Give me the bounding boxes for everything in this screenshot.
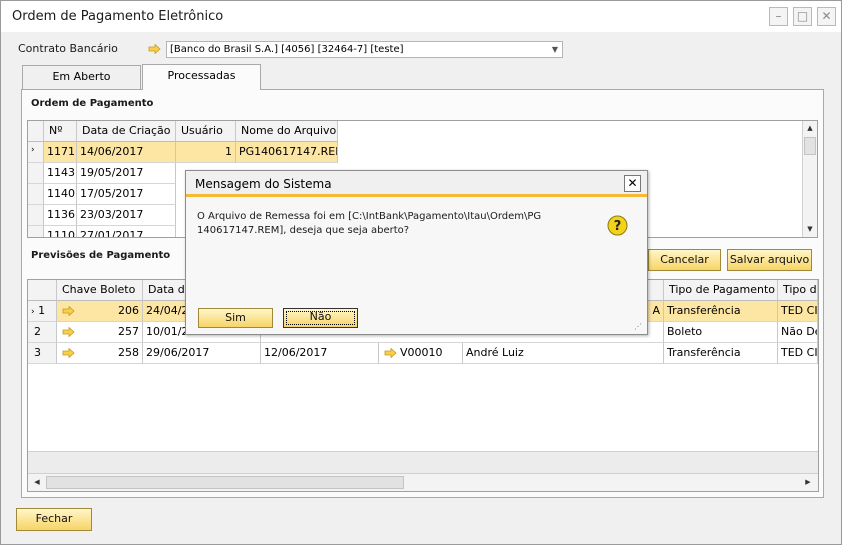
row-number: 2 xyxy=(28,322,57,343)
payment-subtype: TED CIP xyxy=(778,343,818,364)
link-arrow-icon[interactable] xyxy=(148,44,161,54)
scroll-down-icon[interactable]: ▼ xyxy=(803,222,817,236)
column-header[interactable]: Usuário xyxy=(176,121,236,142)
payment-type: Boleto xyxy=(664,322,778,343)
boleto-key: 258 xyxy=(118,346,139,359)
cancel-button[interactable]: Cancelar xyxy=(648,249,721,271)
order-date: 17/05/2017 xyxy=(77,184,176,205)
svg-text:?: ? xyxy=(614,219,622,234)
scroll-thumb[interactable] xyxy=(46,476,404,489)
payment-order-window: Ordem de Pagamento Eletrônico – □ ✕ Cont… xyxy=(0,0,842,545)
boleto-key-cell: 206 xyxy=(57,301,143,322)
payment-subtype: Não Def xyxy=(778,322,818,343)
order-number: 1143 xyxy=(44,163,77,184)
yes-button[interactable]: Sim xyxy=(198,308,273,328)
title-bar: Ordem de Pagamento Eletrônico – □ ✕ xyxy=(1,1,841,32)
link-arrow-icon[interactable] xyxy=(62,306,75,316)
question-icon: ? xyxy=(607,215,628,236)
system-message-dialog: Mensagem do Sistema ✕ O Arquivo de Remes… xyxy=(185,170,648,335)
vendor-name: André Luiz xyxy=(463,343,664,364)
row-header xyxy=(28,163,44,184)
column-header[interactable]: Tipo de xyxy=(778,280,818,301)
row-header-corner xyxy=(28,280,57,301)
boleto-key: 206 xyxy=(118,304,139,317)
row-number: 3 xyxy=(28,343,57,364)
orders-scrollbar[interactable]: ▲ ▼ xyxy=(802,121,817,237)
contract-label: Contrato Bancário xyxy=(18,42,118,55)
scroll-right-icon[interactable]: ▶ xyxy=(801,475,815,489)
column-header[interactable]: Nº xyxy=(44,121,77,142)
column-header[interactable]: Tipo de Pagamento xyxy=(664,280,778,301)
row-pointer-icon: › xyxy=(31,307,35,317)
payment-subtype: TED CIP xyxy=(778,301,818,322)
forecasts-hscrollbar[interactable]: ◀ ▶ xyxy=(28,473,818,491)
window-title: Ordem de Pagamento Eletrônico xyxy=(12,9,224,24)
boleto-key-cell: 257 xyxy=(57,322,143,343)
tab-processadas[interactable]: Processadas xyxy=(142,64,261,90)
no-button[interactable]: Não xyxy=(283,308,358,328)
boleto-key-cell: 258 xyxy=(57,343,143,364)
order-date: 14/06/2017 xyxy=(77,142,176,163)
contract-value: [Banco do Brasil S.A.] [4056] [32464-7] … xyxy=(170,44,404,55)
scroll-thumb[interactable] xyxy=(804,137,816,155)
orders-section-title: Ordem de Pagamento xyxy=(31,98,154,109)
link-arrow-icon[interactable] xyxy=(62,327,75,337)
column-header[interactable]: Data de Criação xyxy=(77,121,176,142)
due-date: 29/06/2017 xyxy=(143,343,261,364)
column-header[interactable]: Nome do Arquivo xyxy=(236,121,338,142)
vendor-code-cell: V00010 xyxy=(379,343,463,364)
save-file-button[interactable]: Salvar arquivo xyxy=(727,249,812,271)
resize-grip-icon[interactable]: ⋰ xyxy=(634,322,642,331)
order-user: 1 xyxy=(176,142,236,163)
minimize-button[interactable]: – xyxy=(769,7,788,26)
issue-date: 12/06/2017 xyxy=(261,343,379,364)
tab-em-aberto[interactable]: Em Aberto xyxy=(22,65,141,89)
scroll-left-icon[interactable]: ◀ xyxy=(30,475,44,489)
order-number: 1171 xyxy=(44,142,77,163)
forecasts-section-title: Previsões de Pagamento xyxy=(31,250,171,261)
scroll-up-icon[interactable]: ▲ xyxy=(803,121,817,135)
chevron-down-icon: ▼ xyxy=(551,45,558,54)
tab-label: Em Aberto xyxy=(52,70,111,83)
link-arrow-icon[interactable] xyxy=(62,348,75,358)
boleto-key: 257 xyxy=(118,325,139,338)
contract-select[interactable]: [Banco do Brasil S.A.] [4056] [32464-7] … xyxy=(166,41,563,58)
close-icon[interactable]: ✕ xyxy=(624,175,641,192)
order-date: 27/01/2017 xyxy=(77,226,176,237)
row-header xyxy=(28,184,44,205)
grid-footer xyxy=(28,451,818,473)
order-number: 1136 xyxy=(44,205,77,226)
order-date: 19/05/2017 xyxy=(77,163,176,184)
row-pointer-icon: › xyxy=(28,142,44,163)
dialog-message: O Arquivo de Remessa foi em [C:\IntBank\… xyxy=(197,211,542,236)
dialog-title: Mensagem do Sistema xyxy=(186,171,647,197)
maximize-button[interactable]: □ xyxy=(793,7,812,26)
dialog-title-text: Mensagem do Sistema xyxy=(195,177,332,191)
vendor-code: V00010 xyxy=(400,346,443,359)
order-number: 1140 xyxy=(44,184,77,205)
order-number: 1110 xyxy=(44,226,77,237)
tab-label: Processadas xyxy=(167,69,236,82)
close-window-button[interactable]: ✕ xyxy=(817,7,836,26)
payment-type: Transferência xyxy=(664,301,778,322)
payment-type: Transferência xyxy=(664,343,778,364)
order-file: PG140617147.REM xyxy=(236,142,338,163)
column-header[interactable]: Chave Boleto xyxy=(57,280,143,301)
row-number: 1 xyxy=(38,304,46,317)
row-index: › 1 xyxy=(28,301,57,322)
row-header xyxy=(28,226,44,237)
link-arrow-icon[interactable] xyxy=(384,348,397,358)
order-date: 23/03/2017 xyxy=(77,205,176,226)
row-header-corner xyxy=(28,121,44,142)
row-header xyxy=(28,205,44,226)
close-button[interactable]: Fechar xyxy=(16,508,92,531)
